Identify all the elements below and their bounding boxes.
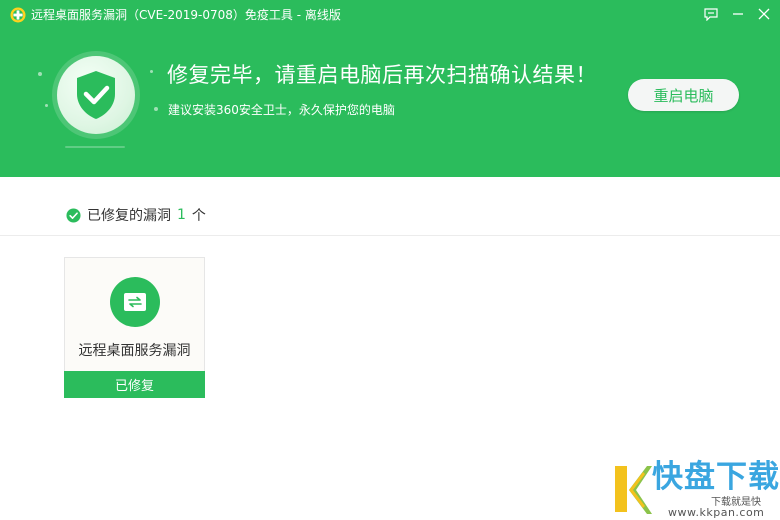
window-title: 远程桌面服务漏洞（CVE-2019-0708）免疫工具 - 离线版 (31, 8, 341, 22)
minimize-button[interactable] (727, 3, 749, 25)
title-bar[interactable]: 远程桌面服务漏洞（CVE-2019-0708）免疫工具 - 离线版 (0, 0, 780, 30)
watermark-url: www.kkpan.com (668, 506, 765, 519)
vuln-icon-circle (110, 277, 160, 327)
result-subline: 建议安装360安全卫士，永久保护您的电脑 (168, 103, 395, 117)
vuln-status-badge: 已修复 (64, 371, 205, 398)
shield-check-icon (77, 71, 115, 119)
summary-prefix: 已修复的漏洞 (87, 208, 171, 224)
decor-dot (154, 107, 158, 111)
close-button[interactable] (753, 3, 775, 25)
summary-suffix: 个 (191, 208, 206, 224)
result-headline: 修复完毕，请重启电脑后再次扫描确认结果！ (167, 63, 597, 87)
fixed-summary: 已修复的漏洞 1 个 (66, 205, 206, 225)
decor-dot (150, 70, 153, 73)
feedback-icon (704, 7, 718, 21)
decor-dot (45, 104, 48, 107)
decor-dot (38, 72, 42, 76)
shield-shadow (65, 146, 125, 148)
fixed-count: 1 (177, 207, 186, 223)
vuln-card[interactable]: 远程桌面服务漏洞 已修复 (64, 257, 205, 398)
restart-button[interactable]: 重启电脑 (628, 79, 739, 111)
shield-badge-inner (57, 56, 135, 134)
vuln-name: 远程桌面服务漏洞 (78, 343, 191, 359)
close-icon (758, 8, 770, 20)
result-header: 远程桌面服务漏洞（CVE-2019-0708）免疫工具 - 离线版 修复完毕，请… (0, 0, 780, 177)
section-divider (0, 235, 780, 236)
minimize-icon (733, 13, 743, 15)
shield-badge (52, 51, 140, 139)
watermark-brand: 快盘下载 (652, 459, 780, 495)
check-circle-icon (66, 207, 81, 223)
watermark-logo-icon (615, 466, 652, 514)
app-logo-icon (10, 7, 26, 23)
feedback-button[interactable] (700, 3, 722, 25)
watermark: 快盘下载 下载就是快 www.kkpan.com (612, 458, 780, 520)
transfer-icon (124, 293, 146, 311)
